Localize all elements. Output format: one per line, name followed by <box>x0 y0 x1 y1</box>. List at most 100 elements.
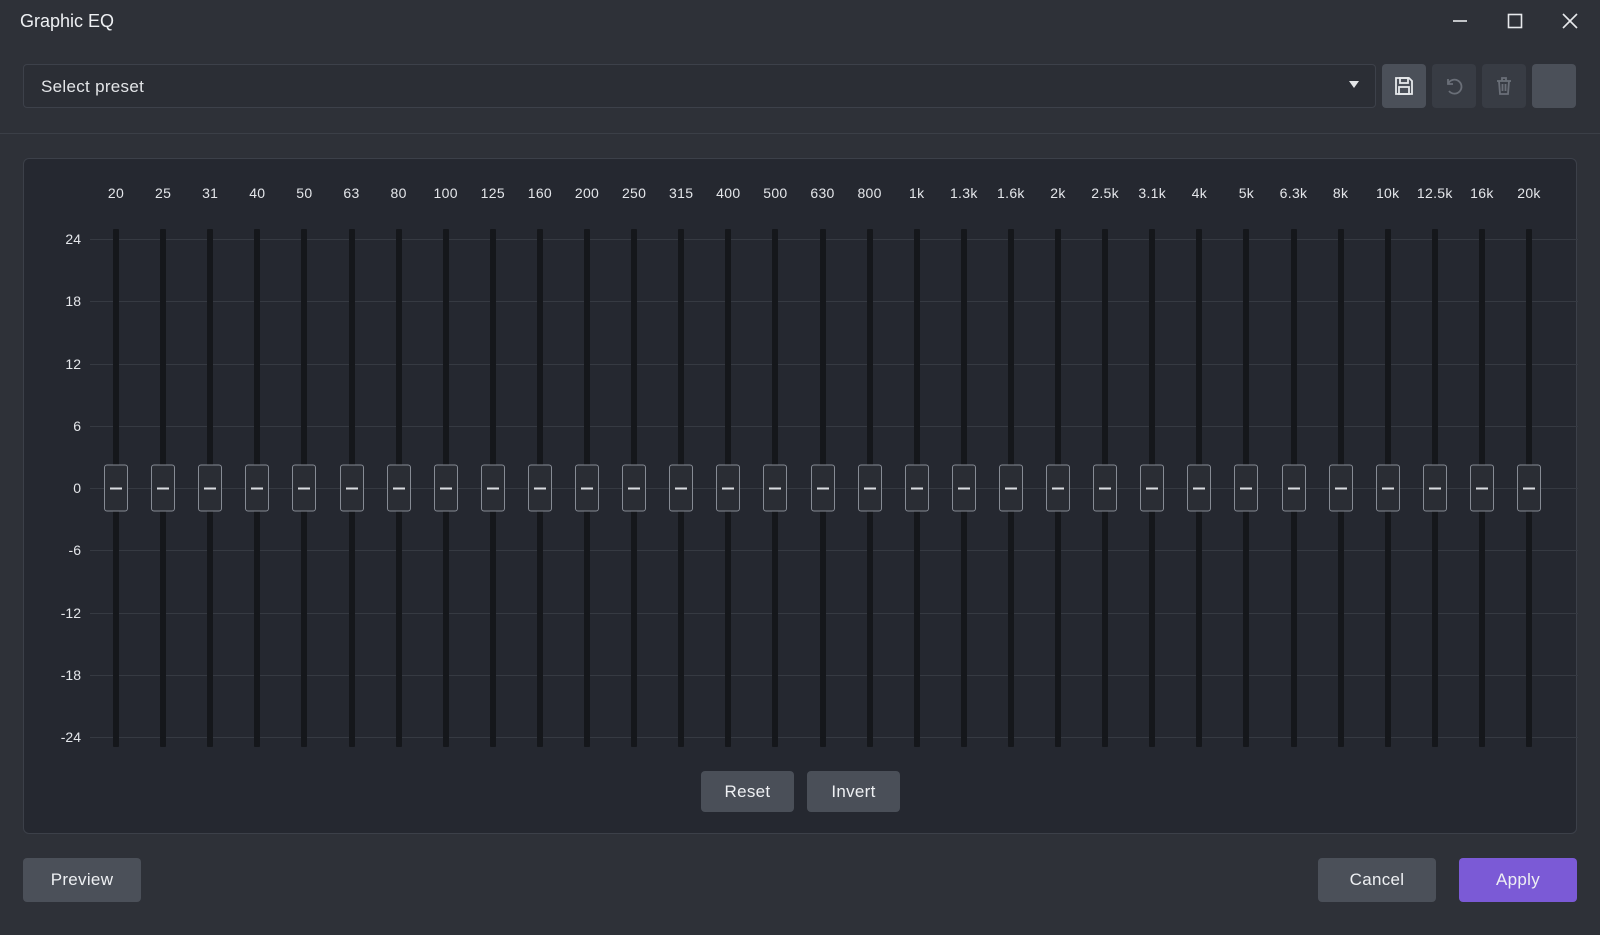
band-slider-thumb[interactable] <box>339 464 364 512</box>
band-frequency-label: 6.3k <box>1279 185 1308 201</box>
db-scale-label: 0 <box>73 480 81 496</box>
db-scale-label: -12 <box>60 604 81 621</box>
window-title: Graphic EQ <box>20 11 115 31</box>
apply-button[interactable]: Apply <box>1459 858 1577 902</box>
db-scale-label: -24 <box>60 729 81 745</box>
db-scale-label: -6 <box>68 542 81 559</box>
band-frequency-label: 315 <box>669 185 694 201</box>
band-slider-thumb[interactable] <box>951 464 976 512</box>
more-icon <box>1542 75 1566 97</box>
band-frequency-label: 125 <box>480 185 505 201</box>
gridline <box>90 550 1578 552</box>
band-slider-thumb[interactable] <box>433 464 458 512</box>
band-slider-thumb[interactable] <box>763 464 788 512</box>
band-frequency-label: 800 <box>857 185 882 201</box>
band-frequency-label: 31 <box>202 185 219 201</box>
band-slider-thumb[interactable] <box>904 464 929 512</box>
preview-button[interactable]: Preview <box>23 858 141 902</box>
preset-dropdown[interactable]: Select preset <box>23 64 1376 108</box>
band-frequency-label: 25 <box>155 185 172 201</box>
invert-button[interactable]: Invert <box>807 771 900 812</box>
band-frequency-label: 100 <box>433 185 458 201</box>
band-slider-thumb[interactable] <box>151 464 176 512</box>
undo-button[interactable] <box>1432 64 1476 108</box>
db-scale-label: 6 <box>73 417 81 434</box>
band-frequency-label: 12.5k <box>1416 185 1453 201</box>
gridline <box>90 425 1578 427</box>
undo-icon <box>1447 78 1463 95</box>
band-slider-thumb[interactable] <box>1375 464 1400 512</box>
band-slider-thumb[interactable] <box>386 464 411 512</box>
band-slider-thumb[interactable] <box>575 464 599 512</box>
gridline <box>90 737 1578 738</box>
band-slider-thumb[interactable] <box>245 464 270 512</box>
band-slider-thumb[interactable] <box>1469 464 1494 512</box>
minimize-icon <box>1453 20 1467 22</box>
save-preset-button[interactable] <box>1382 64 1426 108</box>
band-frequency-label: 50 <box>296 185 313 201</box>
band-frequency-label: 200 <box>574 185 600 201</box>
band-slider-thumb[interactable] <box>857 464 882 512</box>
band-slider-thumb[interactable] <box>1093 464 1118 512</box>
band-frequency-label: 2.5k <box>1091 185 1119 201</box>
db-scale-label: 18 <box>65 293 81 310</box>
band-slider-thumb[interactable] <box>810 464 835 512</box>
band-slider-thumb[interactable] <box>1422 464 1447 512</box>
caret-down-icon <box>1349 81 1359 88</box>
reset-button[interactable]: Reset <box>701 771 794 812</box>
db-scale-label: 24 <box>65 231 81 247</box>
band-frequency-label: 1.3k <box>949 185 978 201</box>
band-slider-thumb[interactable] <box>292 464 317 512</box>
cancel-button[interactable]: Cancel <box>1318 858 1436 902</box>
band-frequency-label: 80 <box>390 185 407 201</box>
band-frequency-label: 250 <box>621 185 647 201</box>
band-slider-thumb[interactable] <box>480 464 505 512</box>
band-slider-thumb[interactable] <box>1140 464 1165 512</box>
gridline <box>90 612 1578 614</box>
band-slider-thumb[interactable] <box>527 464 552 512</box>
band-frequency-label: 63 <box>343 185 360 201</box>
db-scale-label: -18 <box>60 666 81 683</box>
band-slider-thumb[interactable] <box>1281 464 1306 512</box>
save-icon <box>1395 77 1413 95</box>
band-slider-thumb[interactable] <box>1046 464 1070 512</box>
band-slider-thumb[interactable] <box>1328 464 1353 512</box>
band-frequency-label: 630 <box>810 185 835 201</box>
band-frequency-label: 10k <box>1375 185 1400 201</box>
band-slider-thumb[interactable] <box>1234 464 1259 512</box>
band-frequency-label: 8k <box>1332 185 1349 201</box>
band-frequency-label: 16k <box>1470 185 1494 201</box>
band-slider-thumb[interactable] <box>716 464 741 512</box>
band-frequency-label: 160 <box>527 185 553 201</box>
preset-dropdown-label: Select preset <box>41 77 145 96</box>
band-slider-thumb[interactable] <box>1517 464 1541 512</box>
close-icon <box>1562 13 1578 29</box>
title-bar: Graphic EQ <box>0 0 1600 44</box>
band-frequency-label: 2k <box>1050 185 1066 201</box>
equalizer-panel: Reset Invert 24 18 12 6 0 -6 -12 -18 -24 20 25 31 40… <box>23 158 1578 834</box>
band-slider-thumb[interactable] <box>622 464 647 512</box>
delete-preset-button[interactable] <box>1482 64 1526 108</box>
band-frequency-label: 20k <box>1517 185 1541 201</box>
minimize-button[interactable] <box>1440 6 1480 36</box>
band-frequency-label: 1.6k <box>997 185 1025 201</box>
band-slider-thumb[interactable] <box>669 464 694 512</box>
band-frequency-label: 3.1k <box>1138 185 1167 201</box>
gridline <box>90 301 1578 303</box>
band-frequency-label: 400 <box>716 185 741 201</box>
more-options-button[interactable] <box>1532 64 1576 108</box>
band-slider-thumb[interactable] <box>998 464 1023 512</box>
band-slider-thumb[interactable] <box>1187 464 1212 512</box>
preset-toolbar: Select preset <box>0 64 1600 108</box>
maximize-button[interactable] <box>1495 6 1535 36</box>
close-button[interactable] <box>1550 6 1590 36</box>
maximize-icon <box>1507 13 1523 29</box>
band-frequency-label: 20 <box>107 185 125 201</box>
gridline <box>90 239 1578 240</box>
band-slider-thumb[interactable] <box>198 464 223 512</box>
band-slider-thumb[interactable] <box>104 464 128 512</box>
db-scale-label: 12 <box>65 355 81 372</box>
toolbar-divider <box>0 133 1600 134</box>
band-frequency-label: 1k <box>908 185 925 201</box>
band-frequency-label: 5k <box>1238 185 1255 201</box>
